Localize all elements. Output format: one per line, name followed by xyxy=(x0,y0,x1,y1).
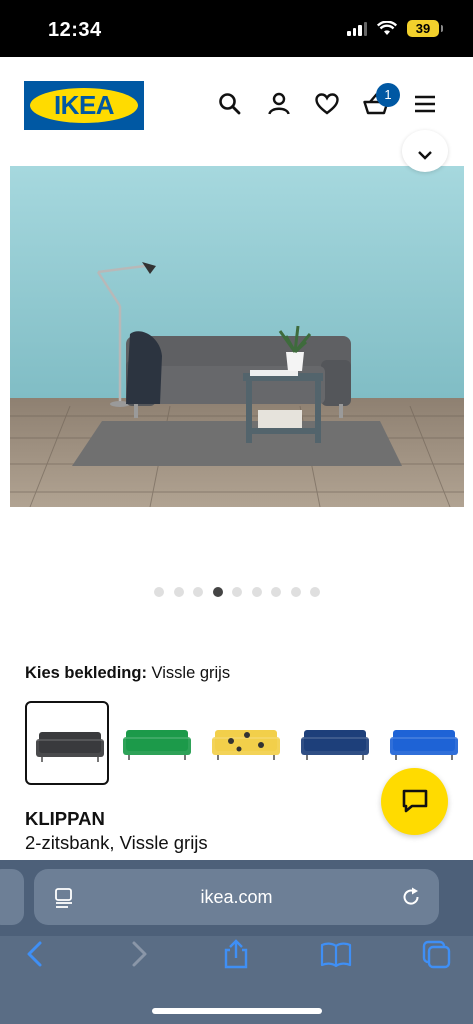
forward-arrow-icon[interactable] xyxy=(122,938,154,970)
address-area: ikea.com xyxy=(0,860,473,936)
battery-icon: 39 xyxy=(407,20,443,37)
logo-text: IKEA xyxy=(53,90,115,120)
search-icon[interactable] xyxy=(216,90,244,118)
carousel-dot[interactable] xyxy=(310,587,320,597)
fabric-swatch[interactable] xyxy=(203,701,287,785)
cellular-signal-icon xyxy=(347,21,367,36)
fabric-swatch[interactable] xyxy=(114,701,198,785)
chat-button[interactable] xyxy=(381,768,448,835)
fabric-swatch[interactable] xyxy=(25,701,109,785)
chat-bubble-icon xyxy=(402,789,428,813)
sofa-photo xyxy=(10,166,464,507)
fabric-swatch[interactable] xyxy=(292,701,376,785)
status-time: 12:34 xyxy=(48,19,102,41)
reload-icon[interactable] xyxy=(400,886,422,908)
previous-tab-peek[interactable] xyxy=(0,869,24,925)
url-text: ikea.com xyxy=(200,887,273,907)
status-bar: 12:34 39 xyxy=(0,0,473,57)
address-bar[interactable]: ikea.com xyxy=(34,869,439,925)
product-image[interactable] xyxy=(10,166,464,507)
wishlist-heart-icon[interactable] xyxy=(313,90,341,118)
carousel-dot[interactable] xyxy=(290,587,301,597)
carousel-dot[interactable] xyxy=(271,587,281,597)
carousel-dot[interactable] xyxy=(154,587,164,597)
status-icons: 39 xyxy=(347,20,443,37)
carousel-dot[interactable] xyxy=(232,587,242,597)
fabric-label-title: Kies bekleding: xyxy=(25,664,147,682)
carousel-dot[interactable] xyxy=(173,587,184,597)
chevron-down-icon xyxy=(418,151,432,160)
home-indicator xyxy=(152,1008,322,1014)
wifi-icon xyxy=(377,21,397,35)
cart-count-badge: 1 xyxy=(376,83,400,107)
share-icon[interactable] xyxy=(220,938,252,970)
product-description: 2-zitsbank, Vissle grijs xyxy=(25,832,208,853)
menu-icon[interactable] xyxy=(411,90,439,118)
ikea-logo[interactable]: IKEA xyxy=(24,81,144,130)
fabric-label: Kies bekleding: Vissle grijs xyxy=(25,664,230,683)
bookmarks-icon[interactable] xyxy=(320,938,352,970)
image-collapse-button[interactable] xyxy=(402,130,448,172)
carousel-dot[interactable] xyxy=(193,587,203,597)
account-icon[interactable] xyxy=(265,90,293,118)
fabric-selected-value: Vissle grijs xyxy=(151,664,231,682)
back-arrow-icon[interactable] xyxy=(20,938,52,970)
carousel-indicator[interactable] xyxy=(154,587,320,597)
carousel-dot[interactable] xyxy=(251,587,262,597)
tabs-icon[interactable] xyxy=(420,938,452,970)
product-name: KLIPPAN xyxy=(25,808,105,829)
carousel-dot[interactable] xyxy=(212,587,223,597)
